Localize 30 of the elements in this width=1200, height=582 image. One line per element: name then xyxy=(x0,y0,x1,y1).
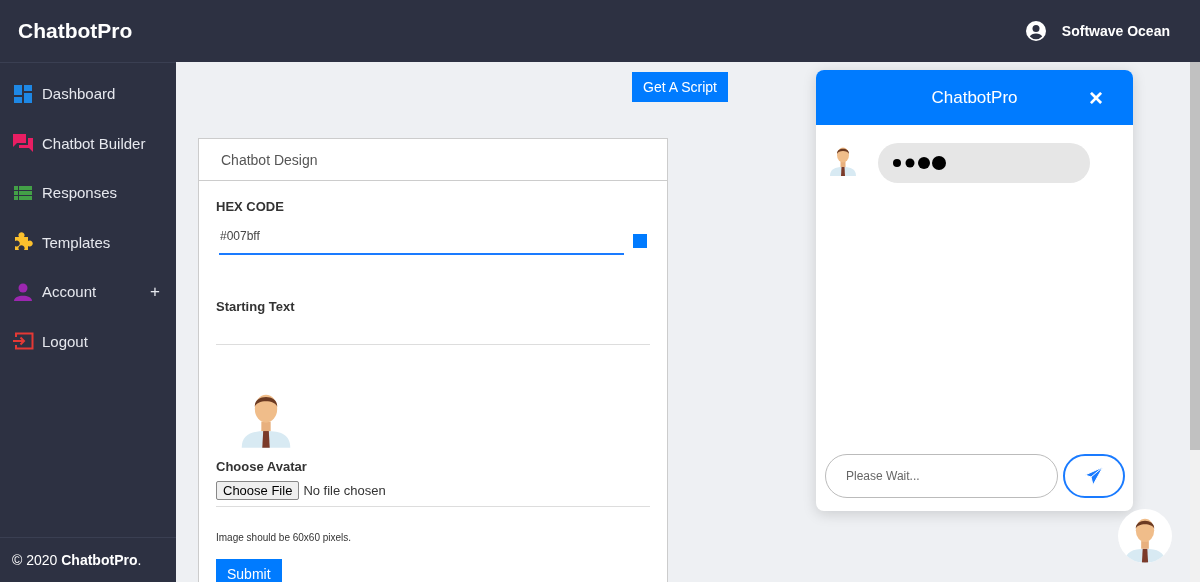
user-circle-icon[interactable] xyxy=(1025,21,1046,41)
logout-icon xyxy=(12,332,34,351)
sidebar-item[interactable]: Logout xyxy=(0,316,176,366)
get-script-button[interactable]: Get A Script xyxy=(632,72,728,102)
sidebar-item[interactable]: Responses xyxy=(0,168,176,218)
hint-text: Image should be 60x60 pixels. xyxy=(216,532,352,543)
chat-bubbles-icon xyxy=(12,134,34,153)
user-name[interactable]: Softwave Ocean xyxy=(1061,23,1170,39)
sidebar-item[interactable]: Templates xyxy=(0,217,176,267)
field-label: HEX CODE xyxy=(216,199,284,214)
color-swatch[interactable] xyxy=(633,233,647,248)
brand-logo[interactable]: ChatbotPro xyxy=(18,19,133,43)
send-button[interactable] xyxy=(1063,454,1125,498)
close-button[interactable]: × xyxy=(1089,88,1103,108)
submit-button[interactable]: Submit xyxy=(216,559,282,582)
sidebar-item[interactable]: Account + xyxy=(0,267,176,317)
choose-file-button[interactable]: Choose File xyxy=(216,481,300,500)
list-icon xyxy=(12,185,34,200)
field-label: Starting Text xyxy=(216,299,295,314)
file-status-text: No file chosen xyxy=(303,483,386,498)
sidebar-item[interactable]: Chatbot Builder xyxy=(0,118,176,168)
paper-plane-icon xyxy=(1084,466,1105,486)
message-field[interactable]: Please Wait... xyxy=(825,454,1059,498)
card-title: Chatbot Design xyxy=(221,151,318,168)
chat-title: ChatbotPro xyxy=(931,87,1018,108)
puzzle-icon xyxy=(12,232,34,253)
field-label: Choose Avatar xyxy=(216,459,307,474)
dashboard-icon xyxy=(12,84,34,103)
user-icon xyxy=(12,282,34,301)
sidebar-item[interactable]: Dashboard xyxy=(0,69,176,119)
